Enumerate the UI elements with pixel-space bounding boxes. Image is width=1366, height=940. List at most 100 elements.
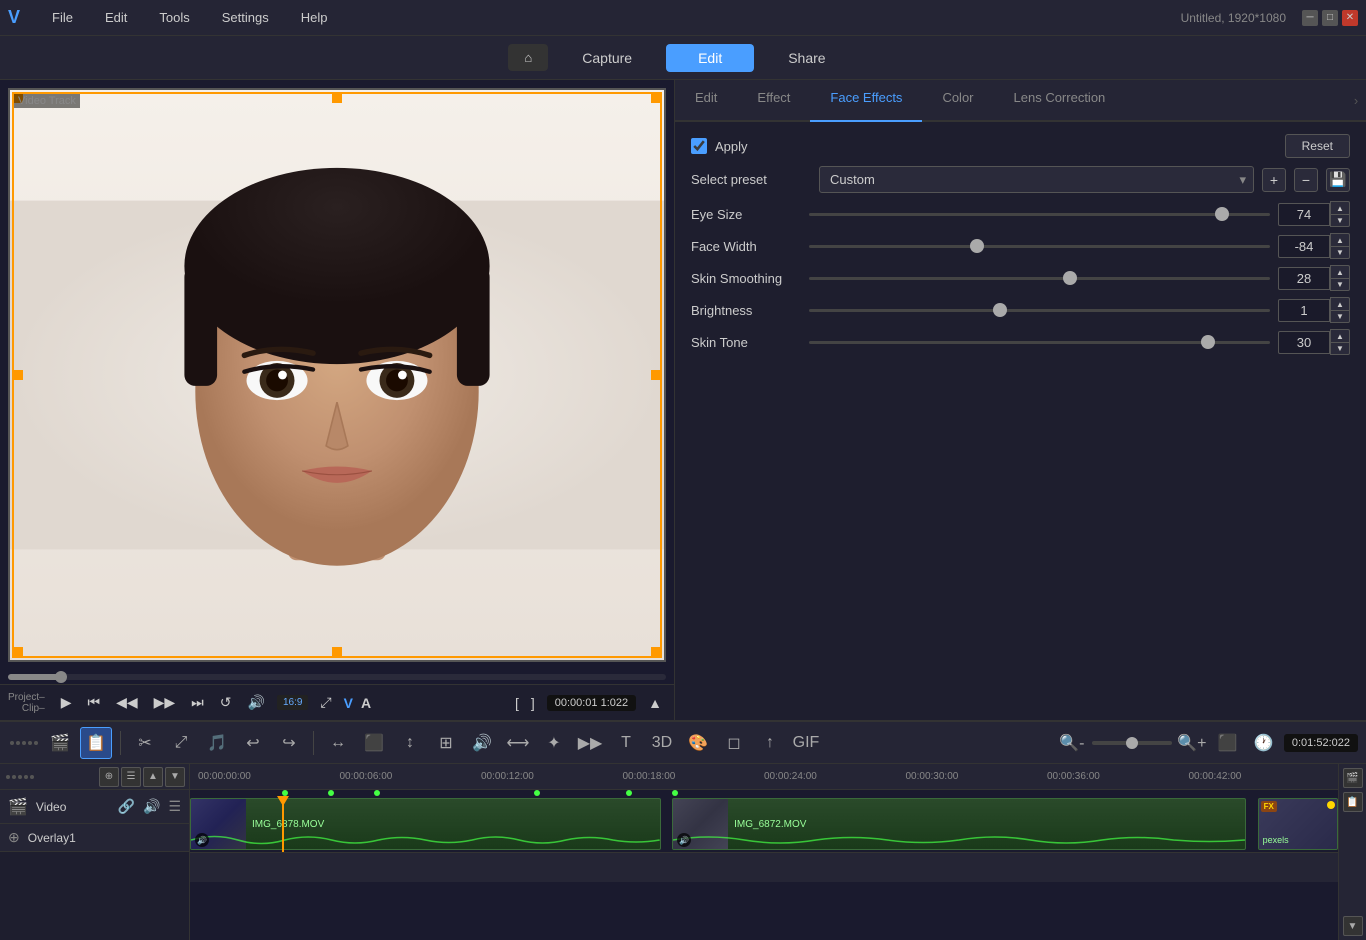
tl-ripple-button[interactable]: ↕ [394, 727, 426, 759]
add-preset-button[interactable]: + [1262, 168, 1286, 192]
tl-mask-button[interactable]: ◻ [718, 727, 750, 759]
minimize-button[interactable]: ─ [1302, 10, 1318, 26]
prev-frame-button[interactable]: ◀◀ [112, 692, 142, 713]
close-button[interactable]: ✕ [1342, 10, 1358, 26]
tl-text-button[interactable]: T [610, 727, 642, 759]
track-add-button[interactable]: ⊕ [99, 767, 119, 787]
tab-edit[interactable]: Edit [675, 80, 737, 122]
tab-effect[interactable]: Effect [737, 80, 810, 122]
brightness-input[interactable] [1278, 299, 1330, 322]
tl-scenes-button[interactable]: 🎬 [44, 727, 76, 759]
format-v: V [344, 695, 353, 711]
tl-export-button[interactable]: ↑ [754, 727, 786, 759]
tl-detach-audio[interactable]: 🔊 [466, 727, 498, 759]
tl-fit-timeline-button[interactable]: ⬛ [1212, 727, 1244, 759]
next-frame-button[interactable]: ▶▶ [150, 692, 180, 713]
menu-file[interactable]: File [44, 6, 81, 29]
tl-undo-button[interactable]: ↩ [237, 727, 269, 759]
home-button[interactable]: ⌂ [508, 44, 548, 71]
tl-clock-button[interactable]: 🕐 [1248, 727, 1280, 759]
tl-3d-text-button[interactable]: 3D [646, 727, 678, 759]
skip-start-button[interactable]: ⏮ [83, 692, 104, 713]
nav-edit[interactable]: Edit [666, 44, 754, 72]
skin-smoothing-input[interactable] [1278, 267, 1330, 290]
clip-pexels[interactable]: FX pexels [1258, 798, 1338, 850]
panel-expand-down[interactable]: ▼ [1343, 916, 1363, 936]
apply-checkbox[interactable] [691, 138, 707, 154]
time-up-button[interactable]: ▲ [644, 693, 666, 713]
video-link-icon[interactable]: 🔗 [118, 798, 135, 815]
tl-zoom-out-button[interactable]: 🔍- [1056, 727, 1088, 759]
skin-smoothing-up[interactable]: ▲ [1330, 265, 1350, 278]
out-point-button[interactable]: ] [527, 693, 539, 713]
video-menu-icon[interactable]: ☰ [168, 798, 181, 815]
tab-lens-correction[interactable]: Lens Correction [994, 80, 1126, 122]
video-audio-icon[interactable]: 🔊 [143, 798, 160, 815]
menu-help[interactable]: Help [293, 6, 336, 29]
eye-size-up[interactable]: ▲ [1330, 201, 1350, 214]
tab-face-effects[interactable]: Face Effects [810, 80, 922, 122]
tl-split2-button[interactable]: ⊞ [430, 727, 462, 759]
tl-transitions-button[interactable]: ⟷ [502, 727, 534, 759]
tl-effects-button[interactable]: ✦ [538, 727, 570, 759]
track-scroll-button[interactable]: ☰ [121, 767, 141, 787]
brightness-slider[interactable] [809, 300, 1270, 320]
in-point-button[interactable]: [ [511, 693, 523, 713]
panel-scroll-right[interactable]: › [1346, 80, 1366, 120]
main-area: Video Track Project– Clip– ▶ ⏮ ◀◀ ▶▶ ⏭ ↺… [0, 80, 1366, 720]
remove-preset-button[interactable]: − [1294, 168, 1318, 192]
menu-edit[interactable]: Edit [97, 6, 135, 29]
panel-clip-view[interactable]: 🎬 [1343, 768, 1363, 788]
preset-select[interactable]: Custom [819, 166, 1254, 193]
maximize-button[interactable]: □ [1322, 10, 1338, 26]
tl-zoom-in-button[interactable]: 🔍+ [1176, 727, 1208, 759]
brightness-down[interactable]: ▼ [1330, 310, 1350, 323]
brightness-up[interactable]: ▲ [1330, 297, 1350, 310]
menu-settings[interactable]: Settings [214, 6, 277, 29]
ts-label-1: 00:00:06:00 [340, 771, 482, 782]
clip-volume-icon: 🔊 [195, 833, 209, 847]
tl-audio-btn[interactable]: 🎵 [201, 727, 233, 759]
video-track-clips: IMG_6878.MOV 🔊 IMG_6872.MOV [190, 796, 1338, 852]
tl-split-button[interactable]: ✂ [129, 727, 161, 759]
resize-button[interactable]: ⤢ [316, 692, 335, 713]
nav-capture[interactable]: Capture [550, 44, 664, 72]
eye-size-input[interactable]: 74 [1278, 203, 1330, 226]
play-button[interactable]: ▶ [57, 692, 76, 713]
tl-fit-button[interactable]: ↔ [322, 727, 354, 759]
menu-tools[interactable]: Tools [151, 6, 197, 29]
nav-share[interactable]: Share [756, 44, 857, 72]
mini-progress[interactable] [8, 674, 666, 680]
tl-paint-button[interactable]: 🎨 [682, 727, 714, 759]
tl-gif-button[interactable]: GIF [790, 727, 822, 759]
panel-track-view[interactable]: 📋 [1343, 792, 1363, 812]
tl-crop2-button[interactable]: ⬛ [358, 727, 390, 759]
skip-end-button[interactable]: ⏭ [187, 692, 208, 713]
face-width-slider[interactable] [809, 236, 1270, 256]
timeline-zoom-slider[interactable] [1092, 741, 1172, 745]
face-width-up[interactable]: ▲ [1330, 233, 1350, 246]
face-width-down[interactable]: ▼ [1330, 246, 1350, 259]
loop-button[interactable]: ↺ [216, 692, 236, 713]
tl-motion-button[interactable]: ▶▶ [574, 727, 606, 759]
skin-tone-down[interactable]: ▼ [1330, 342, 1350, 355]
volume-button[interactable]: 🔊 [244, 692, 269, 713]
skin-smoothing-slider[interactable] [809, 268, 1270, 288]
eye-size-down[interactable]: ▼ [1330, 214, 1350, 227]
face-width-input[interactable] [1278, 235, 1330, 258]
skin-smoothing-down[interactable]: ▼ [1330, 278, 1350, 291]
track-nav-down[interactable]: ▼ [165, 767, 185, 787]
tab-color[interactable]: Color [922, 80, 993, 122]
tl-clips-button[interactable]: 📋 [80, 727, 112, 759]
reset-button[interactable]: Reset [1285, 134, 1350, 158]
skin-tone-input[interactable] [1278, 331, 1330, 354]
tl-redo-button[interactable]: ↪ [273, 727, 305, 759]
eye-size-slider[interactable] [809, 204, 1270, 224]
track-nav-up[interactable]: ▲ [143, 767, 163, 787]
save-preset-button[interactable]: 💾 [1326, 168, 1350, 192]
clip-img6878[interactable]: IMG_6878.MOV 🔊 [190, 798, 661, 850]
skin-tone-slider[interactable] [809, 332, 1270, 352]
clip-img6872[interactable]: IMG_6872.MOV 🔊 [672, 798, 1246, 850]
skin-tone-up[interactable]: ▲ [1330, 329, 1350, 342]
tl-crop-button[interactable]: ⤢ [165, 727, 197, 759]
